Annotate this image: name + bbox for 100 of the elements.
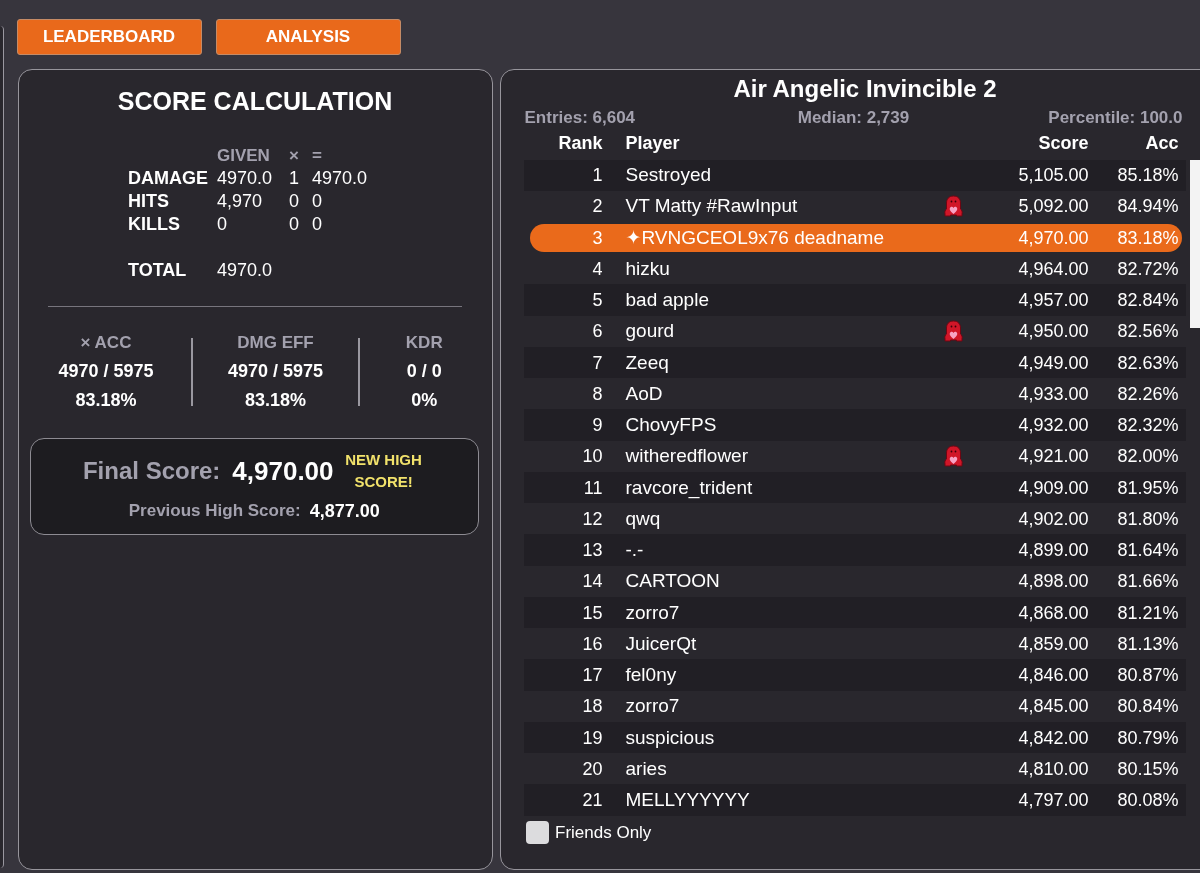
leaderboard-row[interactable]: 4 hizku 4,964.00 82.72% (523, 253, 1186, 285)
column-header: Acc (1144, 131, 1179, 154)
leaderboard-row[interactable]: 19 suspicious 4,842.00 80.79% (523, 722, 1186, 754)
accuracy-cell-text: 82.84% (1116, 289, 1179, 313)
player-name: AoD (624, 381, 664, 406)
rank-cell-text: 6 (591, 320, 603, 344)
accuracy-cell-text: 82.26% (1116, 382, 1179, 406)
player-name: aries (624, 756, 668, 781)
table-cell-text: 0 (289, 190, 300, 213)
table-cell-text: 0 (289, 213, 300, 236)
leaderboard-title: Air Angelic Invincible 2 (733, 75, 997, 103)
player-name: MELLYYYYYY (624, 788, 751, 813)
checkbox-label: Friends Only (555, 821, 652, 844)
friends-only-checkbox[interactable] (526, 821, 549, 845)
stat-percent: 0% (411, 389, 438, 412)
column-header: GIVEN (217, 145, 271, 167)
rank-cell-text: 20 (581, 757, 603, 781)
score-cell-text: 4,957.00 (1017, 289, 1089, 313)
entries-count: Entries: 6,604 (524, 107, 636, 128)
leaderboard-row[interactable]: 11 ravcore_trident 4,909.00 81.95% (523, 472, 1186, 504)
rank-cell-text: 3 (591, 226, 603, 250)
final-score-value: 4,970.00 (232, 455, 334, 487)
player-name: JuicerQt (624, 631, 698, 656)
accuracy-cell-text: 84.94% (1116, 195, 1179, 219)
accuracy-cell-text: 81.80% (1116, 507, 1179, 531)
scrollbar-thumb[interactable] (1189, 159, 1200, 328)
rank-cell-text: 11 (582, 476, 603, 500)
player-name: gourd (624, 319, 676, 344)
player-name: -.- (624, 538, 645, 563)
rank-cell-text: 15 (581, 601, 603, 625)
score-cell-text: 4,964.00 (1017, 257, 1089, 281)
score-cell-text: 4,859.00 (1017, 632, 1089, 656)
column-header: = (312, 145, 323, 167)
rank-cell-text: 13 (581, 539, 603, 563)
leaderboard-row[interactable]: 2 VT Matty #RawInput 5,092.00 84.94% (523, 190, 1186, 222)
leaderboard-row[interactable]: 1 Sestroyed 5,105.00 85.18% (523, 159, 1186, 191)
leaderboard-row[interactable]: 21 MELLYYYYYY 4,797.00 80.08% (523, 784, 1186, 816)
accuracy-cell-text: 81.66% (1116, 570, 1179, 594)
score-cell-text: 4,797.00 (1017, 789, 1089, 813)
accuracy-cell-text: 81.64% (1116, 539, 1179, 563)
rank-cell-text: 7 (591, 351, 603, 375)
column-header: Score (1037, 131, 1089, 154)
player-name: witheredflower (624, 444, 749, 469)
leaderboard-row[interactable]: 14 CARTOON 4,898.00 81.66% (523, 565, 1186, 597)
table-cell: 4970.0 (312, 167, 368, 190)
score-cell-text: 5,092.00 (1017, 195, 1089, 219)
stat-label: × ACC (80, 332, 132, 354)
accuracy-cell-text: 82.00% (1116, 445, 1179, 469)
player-name: VT Matty #RawInput (624, 194, 799, 219)
accuracy-cell-text: 80.08% (1116, 789, 1179, 813)
score-cell-text: 4,949.00 (1017, 351, 1089, 375)
score-cell-text: 4,898.00 (1017, 570, 1089, 594)
leaderboard-row[interactable]: 18 zorro7 4,845.00 80.84% (523, 690, 1186, 722)
accuracy-cell-text: 82.32% (1116, 414, 1179, 438)
rank-cell-text: 4 (591, 257, 603, 281)
leaderboard-row[interactable]: 10 witheredflower 4,921.00 82.00% (523, 440, 1186, 472)
leaderboard-row[interactable]: 7 Zeeq 4,949.00 82.63% (523, 347, 1186, 379)
stat-label: KDR (405, 332, 443, 354)
panel-title: SCORE CALCULATION (117, 86, 393, 116)
leaderboard-row[interactable]: 13 -.- 4,899.00 81.64% (523, 534, 1186, 566)
accuracy-cell-text: 82.63% (1116, 351, 1179, 375)
accuracy-cell-text: 85.18% (1116, 164, 1179, 188)
leaderboard-row[interactable]: 9 ChovyFPS 4,932.00 82.32% (523, 409, 1186, 441)
player-name: hizku (624, 256, 671, 281)
column-header: × (289, 145, 300, 167)
leaderboard-row[interactable]: 17 fel0ny 4,846.00 80.87% (523, 659, 1186, 691)
accuracy-cell-text: 82.72% (1116, 257, 1179, 281)
player-name: zorro7 (624, 694, 681, 719)
column-header: Rank (557, 131, 603, 154)
stat-percent: 83.18% (75, 389, 137, 412)
rank-cell-text: 5 (591, 289, 603, 313)
accuracy-cell-text: 80.84% (1116, 695, 1179, 719)
score-cell-text: 4,933.00 (1017, 382, 1089, 406)
leaderboard-row[interactable]: 12 qwq 4,902.00 81.80% (523, 503, 1186, 535)
score-cell-text: 4,970.00 (1017, 226, 1089, 250)
score-cell-text: 4,846.00 (1017, 664, 1089, 688)
table-cell-text: 4,970 (217, 190, 264, 213)
leaderboard-row[interactable]: 20 aries 4,810.00 80.15% (523, 753, 1186, 785)
rank-cell-text: 18 (581, 695, 603, 719)
table-cell-text: 0 (312, 190, 323, 213)
player-name: qwq (624, 506, 662, 531)
rank-cell-text: 9 (591, 414, 603, 438)
score-cell-text: 5,105.00 (1017, 164, 1089, 188)
player-name: CARTOON (624, 569, 721, 594)
leaderboard-row[interactable]: 6 gourd 4,950.00 82.56% (523, 315, 1186, 347)
new-high-score-text: NEW HIGH SCORE! (344, 450, 423, 492)
accuracy-cell-text: 81.21% (1116, 601, 1179, 625)
rank-cell-text: 16 (581, 632, 603, 656)
accuracy-cell-text: 80.15% (1116, 757, 1179, 781)
table-cell-text: 0 (312, 213, 323, 236)
leaderboard-row[interactable]: 16 JuicerQt 4,859.00 81.13% (523, 628, 1186, 660)
accuracy-cell-text: 80.87% (1116, 664, 1179, 688)
leaderboard-row[interactable]: 8 AoD 4,933.00 82.26% (523, 378, 1186, 410)
player-name: Zeeq (624, 350, 670, 375)
stat-percent: 83.18% (244, 389, 307, 412)
leaderboard-row[interactable]: 15 zorro7 4,868.00 81.21% (523, 597, 1186, 629)
score-cell-text: 4,921.00 (1017, 445, 1089, 469)
row-label: HITS (128, 190, 170, 213)
row-label: DAMAGE (128, 167, 209, 190)
leaderboard-row[interactable]: 5 bad apple 4,957.00 82.84% (523, 284, 1186, 316)
